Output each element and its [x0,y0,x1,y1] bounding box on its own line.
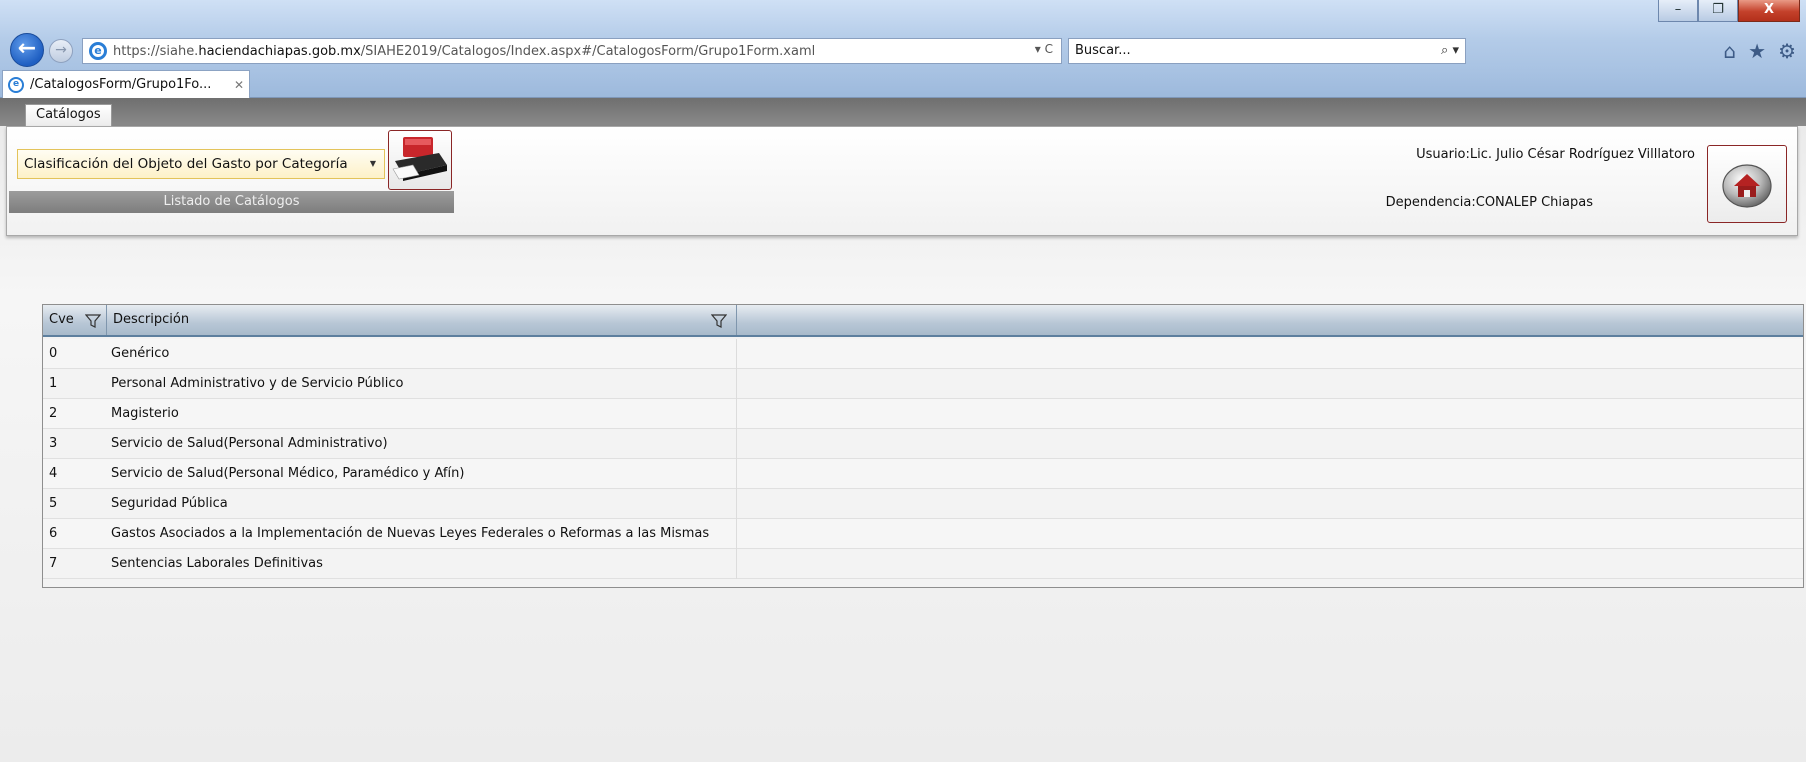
column-header-descripcion[interactable]: Descripción [107,305,737,335]
address-bar[interactable]: e https://siahe.haciendachiapas.gob.mx/S… [82,38,1062,64]
table-row[interactable]: 1 Personal Administrativo y de Servicio … [43,369,1803,399]
tab-close-icon[interactable]: ✕ [234,78,244,92]
gear-icon[interactable]: ⚙ [1778,39,1796,63]
search-icon[interactable]: ⌕ ▾ [1441,39,1459,63]
forward-arrow-icon: → [55,42,67,58]
refresh-dropdown-icon[interactable]: ▾ C [1035,42,1053,56]
chevron-down-icon: ▼ [369,159,376,168]
app-tab-strip: Catálogos [0,98,1806,126]
table-row[interactable]: 0 Genérico [43,339,1803,369]
ie-logo-icon: e [8,76,24,93]
cell-descripcion: Servicio de Salud(Personal Médico, Param… [111,459,737,489]
table-row[interactable]: 2 Magisterio [43,399,1803,429]
user-value: Lic. Julio César Rodríguez Villlatoro [1469,147,1695,162]
printer-icon [392,137,447,181]
cell-descripcion: Genérico [111,339,737,369]
url-prefix: https://siahe. [113,43,199,59]
catalog-grid: Cve Descripción 0 Genérico 1 Personal Ad… [42,304,1804,588]
star-icon[interactable]: ★ [1748,39,1766,63]
cell-cve: 3 [49,436,58,451]
dependency-info: Dependencia:CONALEP Chiapas [1386,195,1593,210]
cell-cve: 0 [49,346,58,361]
back-arrow-icon: ← [17,36,37,61]
url-domain: haciendachiapas.gob.mx [198,43,361,59]
tab-row: e /CatalogosForm/Grupo1Fo... ✕ [0,68,1806,98]
cell-cve: 2 [49,406,58,421]
close-window-button[interactable]: X [1738,0,1800,22]
toolbar-panel: Clasificación del Objeto del Gasto por C… [6,126,1798,236]
column-header-cve-label: Cve [49,312,74,327]
cell-cve: 7 [49,556,58,571]
cell-cve: 1 [49,376,58,391]
cell-descripcion: Seguridad Pública [111,489,737,519]
ie-logo-icon: e [89,42,107,60]
minimize-button[interactable]: – [1658,0,1698,22]
grid-body: 0 Genérico 1 Personal Administrativo y d… [43,339,1803,587]
window-controls: – ❐ X [1658,0,1800,22]
group-caption: Listado de Catálogos [9,191,454,213]
back-button[interactable]: ← [10,33,44,67]
column-header-cve[interactable]: Cve [43,305,107,335]
tab-catalogos[interactable]: Catálogos [25,104,112,126]
dependency-label: Dependencia: [1385,195,1476,210]
home-button[interactable] [1707,145,1787,223]
search-input[interactable]: Buscar... ⌕ ▾ [1068,38,1466,64]
cell-descripcion: Gastos Asociados a la Implementación de … [111,519,737,549]
table-row[interactable]: 4 Servicio de Salud(Personal Médico, Par… [43,459,1803,489]
dependency-value: CONALEP Chiapas [1475,195,1593,210]
cell-descripcion: Servicio de Salud(Personal Administrativ… [111,429,737,459]
table-row[interactable]: 5 Seguridad Pública [43,489,1803,519]
url-text[interactable]: https://siahe.haciendachiapas.gob.mx/SIA… [113,44,815,59]
cell-descripcion: Magisterio [111,399,737,429]
forward-button[interactable]: → [49,39,73,63]
cell-descripcion: Personal Administrativo y de Servicio Pú… [111,369,737,399]
filter-icon[interactable] [711,313,727,329]
catalog-group: Clasificación del Objeto del Gasto por C… [9,127,454,213]
user-info: Usuario:Lic. Julio César Rodríguez Villl… [1416,147,1695,162]
browser-icons: ⌂ ★ ⚙ [1723,39,1796,63]
table-row[interactable]: 7 Sentencias Laborales Definitivas [43,549,1803,579]
home-icon [1722,164,1772,208]
column-header-empty [737,305,1803,335]
user-label: Usuario: [1416,147,1470,162]
browser-tab[interactable]: e /CatalogosForm/Grupo1Fo... ✕ [2,70,250,98]
cell-cve: 6 [49,526,58,541]
catalog-select[interactable]: Clasificación del Objeto del Gasto por C… [17,149,385,179]
catalog-select-value: Clasificación del Objeto del Gasto por C… [24,156,348,172]
filter-icon[interactable] [85,313,101,329]
grid-header: Cve Descripción [43,305,1803,337]
cell-cve: 5 [49,496,58,511]
print-button[interactable] [388,130,452,190]
tab-title: /CatalogosForm/Grupo1Fo... [30,77,212,92]
cell-cve: 4 [49,466,58,481]
maximize-button[interactable]: ❐ [1698,0,1738,22]
column-header-descripcion-label: Descripción [113,312,190,327]
navigation-row: ← → e https://siahe.haciendachiapas.gob.… [0,32,1806,67]
url-path: /SIAHE2019/Catalogos/Index.aspx#/Catalog… [360,43,816,59]
home-icon[interactable]: ⌂ [1723,39,1736,63]
search-placeholder: Buscar... [1075,43,1131,58]
table-row[interactable]: 6 Gastos Asociados a la Implementación d… [43,519,1803,549]
cell-descripcion: Sentencias Laborales Definitivas [111,549,737,579]
table-row[interactable]: 3 Servicio de Salud(Personal Administrat… [43,429,1803,459]
